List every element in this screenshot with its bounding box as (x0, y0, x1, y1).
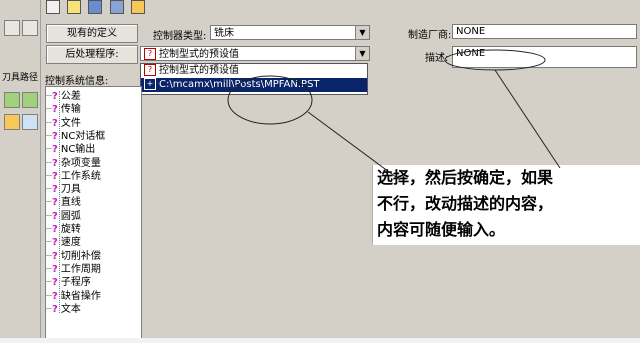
pointer-line (494, 69, 561, 169)
annotation-overlay (227, 49, 561, 181)
highlight-ellipse (227, 75, 313, 125)
pointer-line (307, 111, 401, 181)
highlight-ellipse (444, 49, 546, 71)
bottom-strip (0, 338, 640, 343)
